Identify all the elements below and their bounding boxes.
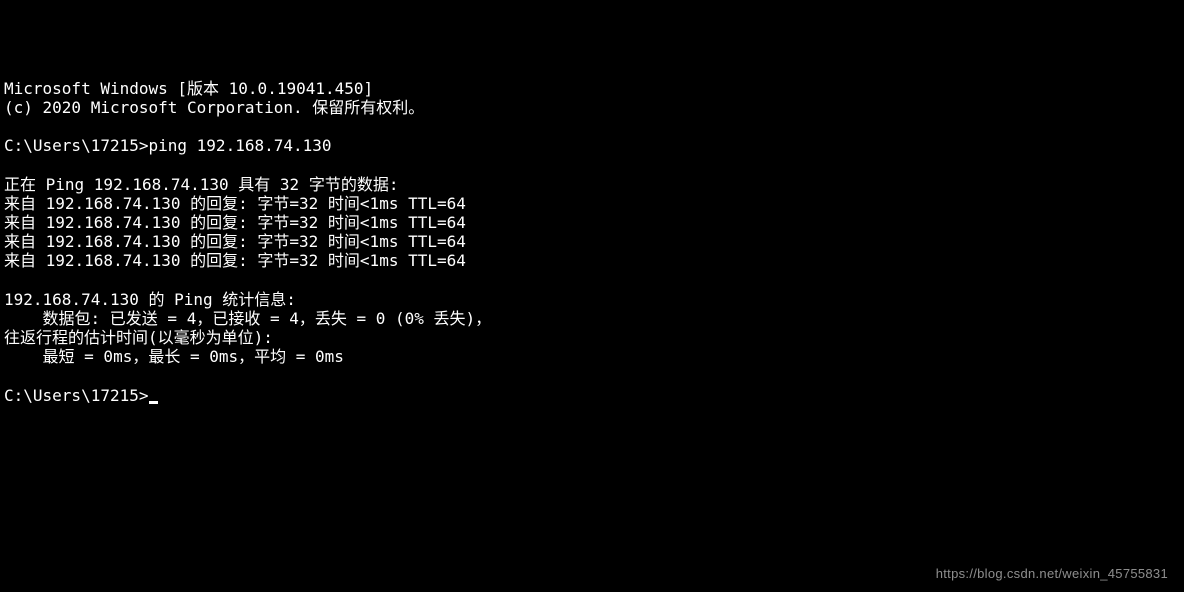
stats-rtt-header: 往返行程的估计时间(以毫秒为单位): <box>4 328 273 347</box>
ping-reply-3: 来自 192.168.74.130 的回复: 字节=32 时间<1ms TTL=… <box>4 232 466 251</box>
ping-reply-1: 来自 192.168.74.130 的回复: 字节=32 时间<1ms TTL=… <box>4 194 466 213</box>
cursor-block <box>149 401 158 404</box>
stats-rtt-values: 最短 = 0ms，最长 = 0ms，平均 = 0ms <box>4 347 344 366</box>
windows-version-line: Microsoft Windows [版本 10.0.19041.450] <box>4 79 373 98</box>
command-prompt-1: C:\Users\17215> <box>4 136 149 155</box>
ping-reply-4: 来自 192.168.74.130 的回复: 字节=32 时间<1ms TTL=… <box>4 251 466 270</box>
ping-reply-2: 来自 192.168.74.130 的回复: 字节=32 时间<1ms TTL=… <box>4 213 466 232</box>
command-prompt-2: C:\Users\17215> <box>4 386 149 405</box>
terminal-output[interactable]: Microsoft Windows [版本 10.0.19041.450] (c… <box>4 79 1180 405</box>
copyright-line: (c) 2020 Microsoft Corporation. 保留所有权利。 <box>4 98 424 117</box>
ping-start-line: 正在 Ping 192.168.74.130 具有 32 字节的数据: <box>4 175 398 194</box>
watermark-text: https://blog.csdn.net/weixin_45755831 <box>936 566 1168 582</box>
stats-packets: 数据包: 已发送 = 4，已接收 = 4，丢失 = 0 (0% 丢失)， <box>4 309 491 328</box>
stats-header: 192.168.74.130 的 Ping 统计信息: <box>4 290 296 309</box>
ping-command: ping 192.168.74.130 <box>149 136 332 155</box>
